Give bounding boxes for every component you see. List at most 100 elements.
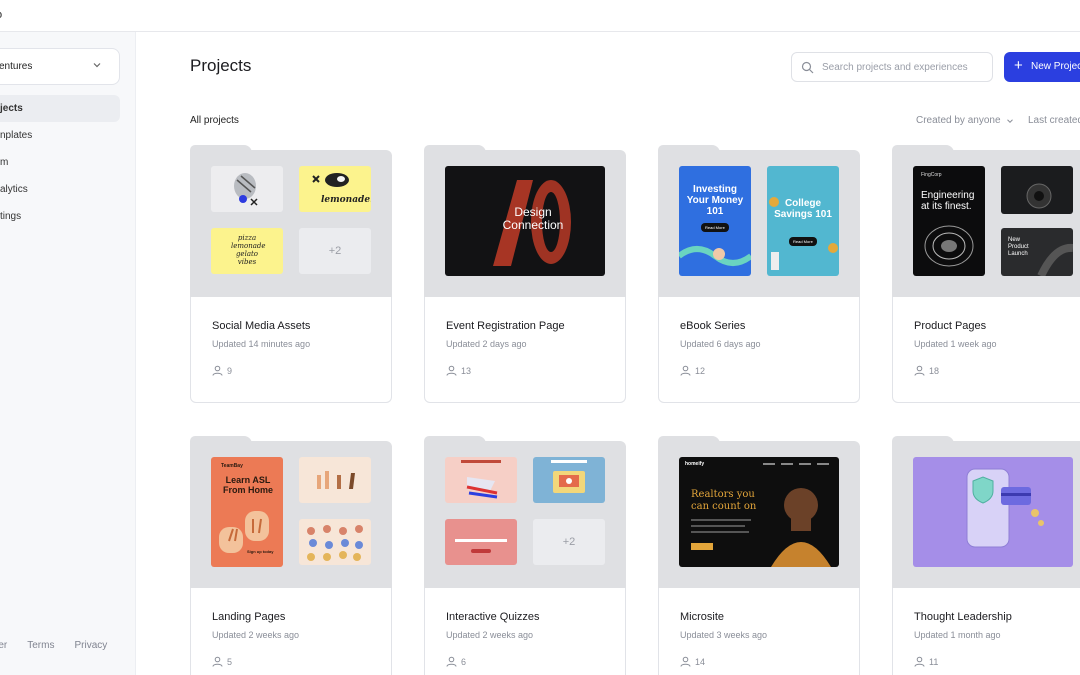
- project-title: Interactive Quizzes: [446, 611, 540, 623]
- search-input[interactable]: Search projects and experiences: [791, 52, 993, 82]
- design-connection-text: Design Connection: [502, 205, 564, 232]
- more-thumbnails[interactable]: +2: [533, 519, 605, 565]
- sidebar-item-label: tings: [0, 211, 22, 222]
- pizza-text: pizza lemonade gelato vibes: [231, 234, 266, 266]
- user-icon: [680, 365, 691, 376]
- project-members: 6: [446, 656, 466, 667]
- sidebar-item-team[interactable]: m: [0, 149, 136, 176]
- sidebar: entures jects nplates m alytics tings nt…: [0, 32, 136, 675]
- user-icon: [914, 656, 925, 667]
- sidebar-item-projects[interactable]: jects: [0, 95, 120, 122]
- thumbnail-product-engineering: FingCorp Engineering at its finest.: [913, 166, 985, 276]
- user-icon: [914, 365, 925, 376]
- creator-filter[interactable]: Created by anyone: [916, 115, 1015, 126]
- sidebar-item-analytics[interactable]: alytics: [0, 176, 136, 203]
- sidebar-nav: jects nplates m alytics tings: [0, 95, 136, 230]
- terms-link[interactable]: Terms: [27, 640, 54, 651]
- project-card-event-registration[interactable]: Design Connection Event Registration Pag…: [424, 145, 626, 403]
- user-icon: [446, 656, 457, 667]
- project-updated: Updated 1 month ago: [914, 630, 1001, 640]
- thumbnail-asl-hands: [299, 457, 371, 503]
- project-members: 14: [680, 656, 705, 667]
- thumbnail-pizza: pizza lemonade gelato vibes: [211, 228, 283, 274]
- asl-headline: Learn ASL From Home: [222, 475, 273, 495]
- project-updated: Updated 2 days ago: [446, 339, 527, 349]
- project-title: Product Pages: [914, 320, 987, 332]
- member-count: 11: [929, 656, 939, 667]
- search-icon: [801, 61, 814, 74]
- sidebar-item-label: jects: [0, 103, 23, 114]
- project-card-body: Microsite Updated 3 weeks ago 14: [658, 588, 860, 675]
- project-title: Landing Pages: [212, 611, 286, 623]
- brand-logo[interactable]: o: [0, 9, 2, 21]
- project-card-interactive-quizzes[interactable]: +2 Interactive Quizzes Updated 2 weeks a…: [424, 436, 626, 675]
- project-members: 9: [212, 365, 232, 376]
- workspace-switcher[interactable]: entures: [0, 48, 120, 85]
- sidebar-footer: nter Terms Privacy: [0, 640, 107, 651]
- chevron-down-icon: [1006, 118, 1013, 123]
- thumbnail-ebook-investing: Investing Your Money 101 Read More: [679, 166, 751, 276]
- sidebar-item-settings[interactable]: tings: [0, 203, 136, 230]
- creator-filter-label: Created by anyone: [916, 115, 1001, 126]
- project-title: Social Media Assets: [212, 320, 311, 332]
- project-title: Event Registration Page: [446, 320, 565, 332]
- search-placeholder: Search projects and experiences: [822, 62, 968, 73]
- help-center-link[interactable]: nter: [0, 640, 7, 651]
- ebook-title-1: Investing Your Money 101: [686, 184, 744, 217]
- project-card-social-media[interactable]: lemonade. pizza lemonade gelato vibes +2…: [190, 145, 392, 403]
- member-count: 13: [461, 365, 472, 376]
- user-icon: [212, 365, 223, 376]
- sidebar-item-label: m: [0, 157, 9, 168]
- lemonade-text: lemonade.: [321, 195, 371, 205]
- thumbnail-product-speaker: [1001, 166, 1073, 214]
- chevron-down-icon: [93, 63, 101, 68]
- member-count: 14: [695, 656, 706, 667]
- workspace-name: entures: [0, 61, 33, 72]
- more-thumbnails[interactable]: +2: [299, 228, 371, 274]
- user-icon: [680, 656, 691, 667]
- project-card-microsite[interactable]: homeify Realtors you can count on Micros…: [658, 436, 860, 675]
- read-more-button: Read More: [701, 223, 729, 232]
- project-card-body: Interactive Quizzes Updated 2 weeks ago …: [424, 588, 626, 675]
- project-members: 13: [446, 365, 471, 376]
- top-bar: o: [0, 0, 1080, 32]
- member-count: 9: [227, 365, 233, 376]
- thumbnail-quiz-3: [445, 519, 517, 565]
- project-members: 5: [212, 656, 232, 667]
- project-members: 11: [914, 656, 938, 667]
- thumbnail-design-connection: Design Connection: [445, 166, 605, 276]
- asl-brand: TeamBay: [221, 463, 243, 469]
- member-count: 12: [695, 365, 706, 376]
- project-card-ebook-series[interactable]: Investing Your Money 101 Read More Colle…: [658, 145, 860, 403]
- main-content: Projects Search projects and experiences…: [136, 32, 1080, 675]
- product-headline: Engineering at its finest.: [921, 190, 975, 212]
- plus-icon: +: [1014, 57, 1023, 74]
- project-updated: Updated 14 minutes ago: [212, 339, 311, 349]
- sort-filter[interactable]: Last created: [1028, 115, 1080, 126]
- project-title: Thought Leadership: [914, 611, 1012, 623]
- user-icon: [212, 656, 223, 667]
- project-preview: Investing Your Money 101 Read More Colle…: [658, 150, 860, 298]
- project-updated: Updated 2 weeks ago: [212, 630, 300, 640]
- project-preview: Design Connection: [424, 150, 626, 298]
- privacy-link[interactable]: Privacy: [74, 640, 107, 651]
- project-updated: Updated 1 week ago: [914, 339, 997, 349]
- thumbnail-quiz-1: [445, 457, 517, 503]
- project-preview: FingCorp Engineering at its finest. New …: [892, 150, 1080, 298]
- member-count: 6: [461, 656, 467, 667]
- section-label: All projects: [190, 115, 239, 126]
- sidebar-item-templates[interactable]: nplates: [0, 122, 136, 149]
- thumbnail-realtors: homeify Realtors you can count on: [679, 457, 839, 567]
- new-project-button[interactable]: + New Project: [1004, 52, 1080, 82]
- project-card-product-pages[interactable]: FingCorp Engineering at its finest. New …: [892, 145, 1080, 403]
- project-card-landing-pages[interactable]: TeamBay Learn ASL From Home Sign up toda…: [190, 436, 392, 675]
- project-card-thought-leadership[interactable]: Thought Leadership Updated 1 month ago 1…: [892, 436, 1080, 675]
- project-card-body: Landing Pages Updated 2 weeks ago 5: [190, 588, 392, 675]
- product-brand: FingCorp: [921, 172, 942, 178]
- thumbnail-asl-grid: [299, 519, 371, 565]
- page-title: Projects: [190, 56, 252, 75]
- project-card-body: Product Pages Updated 1 week ago 18: [892, 297, 1080, 403]
- project-title: Microsite: [680, 611, 725, 623]
- thumbnail-quiz-2: [533, 457, 605, 503]
- project-card-body: Social Media Assets Updated 14 minutes a…: [190, 297, 392, 403]
